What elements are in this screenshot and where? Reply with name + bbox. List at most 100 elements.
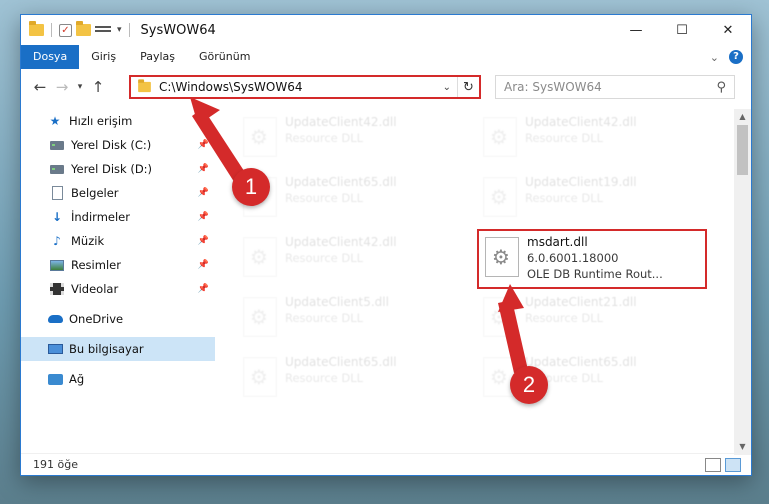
close-button[interactable]: ✕ (705, 15, 751, 45)
dll-file-icon: ⚙ (485, 237, 519, 277)
network-icon (47, 373, 63, 385)
tab-view[interactable]: Görünüm (187, 45, 262, 69)
highlighted-file-msdart[interactable]: ⚙ msdart.dll 6.0.6001.18000 OLE DB Runti… (477, 229, 707, 289)
search-placeholder: Ara: SysWOW64 (504, 80, 602, 94)
expand-ribbon-chevron-icon[interactable]: ⌄ (710, 51, 719, 64)
onedrive-icon (47, 315, 63, 323)
pin-icon: 📌 (197, 260, 209, 270)
scrollbar-thumb[interactable] (737, 125, 748, 175)
quick-access-toolbar: ✓ ▾ (29, 21, 133, 37)
sidebar-item-local-disk-d[interactable]: Yerel Disk (D:) 📌 (21, 157, 215, 181)
file-item[interactable]: ⚙ UpdateClient42.dll Resource DLL (239, 113, 469, 163)
qat-dropdown-icon[interactable]: ▾ (117, 25, 122, 35)
sidebar-item-label: Resimler (71, 258, 121, 272)
documents-icon (51, 186, 63, 200)
recent-locations-dropdown-icon[interactable]: ▾ (73, 82, 87, 92)
file-description: OLE DB Runtime Rout... (527, 267, 663, 281)
videos-icon (50, 283, 64, 295)
file-name: msdart.dll (527, 235, 588, 249)
dll-file-icon: ⚙ (243, 237, 277, 277)
sidebar-item-videos[interactable]: Videolar 📌 (21, 277, 215, 301)
sidebar-item-label: Bu bilgisayar (69, 342, 144, 356)
file-item[interactable]: ⚙ UpdateClient65.dllResource DLL (239, 173, 469, 223)
sidebar-item-label: Yerel Disk (D:) (71, 162, 153, 176)
file-item[interactable]: ⚙ UpdateClient65.dllResource DLL (239, 353, 469, 403)
file-item[interactable]: ⚙ UpdateClient42.dll Resource DLL (479, 113, 709, 163)
file-item[interactable]: ⚙ UpdateClient19.dll Resource DLL (479, 173, 709, 223)
address-dropdown-icon[interactable]: ⌄ (443, 82, 451, 93)
download-icon: ↓ (51, 210, 63, 224)
search-icon: ⚲ (716, 79, 726, 95)
dll-file-icon: ⚙ (483, 117, 517, 157)
search-input[interactable]: Ara: SysWOW64 ⚲ (495, 75, 735, 99)
sidebar-item-documents[interactable]: Belgeler 📌 (21, 181, 215, 205)
sidebar-item-onedrive[interactable]: OneDrive (21, 307, 215, 331)
sidebar-item-pictures[interactable]: Resimler 📌 (21, 253, 215, 277)
item-count: 191 öğe (33, 458, 78, 471)
navigation-pane: ★ Hızlı erişim Yerel Disk (C:) 📌 Yerel D… (21, 109, 215, 447)
dll-file-icon: ⚙ (483, 177, 517, 217)
sidebar-item-label: İndirmeler (71, 210, 130, 224)
music-icon: ♪ (53, 234, 61, 248)
window-controls: — ☐ ✕ (613, 15, 751, 45)
title-bar: ✓ ▾ SysWOW64 — ☐ ✕ (21, 15, 751, 45)
pin-icon: 📌 (197, 212, 209, 222)
vertical-scrollbar[interactable]: ▲ ▼ (734, 109, 751, 455)
pin-icon: 📌 (197, 236, 209, 246)
sidebar-item-this-pc[interactable]: Bu bilgisayar (21, 337, 215, 361)
refresh-button[interactable]: ↻ (457, 77, 479, 97)
navigation-bar: ← → ▾ ↑ C:\Windows\SysWOW64 ⌄ ↻ Ara: Sys… (21, 73, 751, 101)
drive-icon (50, 164, 64, 174)
sidebar-item-label: Ağ (69, 372, 85, 386)
tab-file[interactable]: Dosya (21, 45, 80, 69)
file-item[interactable]: ⚙ UpdateClient21.dll Resource DLL (479, 293, 709, 343)
sidebar-item-label: Yerel Disk (C:) (71, 138, 152, 152)
pin-icon: 📌 (197, 188, 209, 198)
explorer-window: ✓ ▾ SysWOW64 — ☐ ✕ Dosya Giriş Paylaş Gö… (20, 14, 752, 476)
scroll-up-arrow-icon[interactable]: ▲ (734, 109, 751, 125)
sidebar-item-quick-access[interactable]: ★ Hızlı erişim (21, 109, 215, 133)
sidebar-item-local-disk-c[interactable]: Yerel Disk (C:) 📌 (21, 133, 215, 157)
pictures-icon (50, 259, 64, 271)
file-item[interactable]: ⚙ UpdateClient5.dll Resource DLL (239, 293, 469, 343)
dll-file-icon: ⚙ (243, 117, 277, 157)
maximize-button[interactable]: ☐ (659, 15, 705, 45)
file-list: ⚙ UpdateClient42.dllResource DLL ⚙ Updat… (219, 109, 735, 447)
new-folder-icon[interactable] (76, 21, 91, 36)
step-1-callout: 1 (232, 168, 270, 206)
step-2-callout: 2 (510, 366, 548, 404)
sidebar-item-label: OneDrive (69, 312, 124, 326)
pin-icon: 📌 (197, 284, 209, 294)
properties-check-icon[interactable]: ✓ (59, 23, 72, 37)
minimize-button[interactable]: — (613, 15, 659, 45)
separator (51, 23, 52, 37)
dll-file-icon: ⚙ (243, 357, 277, 397)
folder-icon (138, 79, 151, 93)
address-path[interactable]: C:\Windows\SysWOW64 (159, 80, 303, 94)
dll-file-icon: ⚙ (243, 297, 277, 337)
properties-icon[interactable] (95, 24, 111, 37)
back-button[interactable]: ← (29, 78, 51, 96)
ribbon-tabs: Dosya Giriş Paylaş Görünüm ⌄ ? (21, 45, 751, 69)
sidebar-item-label: Belgeler (71, 186, 119, 200)
file-version: 6.0.6001.18000 (527, 251, 619, 265)
details-view-icon[interactable] (705, 457, 721, 472)
large-icons-view-icon[interactable] (725, 457, 741, 472)
help-icon[interactable]: ? (729, 50, 743, 64)
sidebar-item-network[interactable]: Ağ (21, 367, 215, 391)
pin-icon: 📌 (197, 164, 209, 174)
up-button[interactable]: ↑ (87, 78, 109, 96)
tab-home[interactable]: Giriş (79, 45, 128, 69)
forward-button[interactable]: → (51, 78, 73, 96)
sidebar-item-downloads[interactable]: ↓ İndirmeler 📌 (21, 205, 215, 229)
address-bar[interactable]: C:\Windows\SysWOW64 ⌄ ↻ (129, 75, 481, 99)
star-icon: ★ (49, 114, 61, 128)
folder-icon (29, 21, 44, 36)
tab-share[interactable]: Paylaş (128, 45, 187, 69)
sidebar-item-label: Hızlı erişim (69, 114, 133, 128)
sidebar-item-label: Videolar (71, 282, 119, 296)
drive-icon (50, 140, 64, 150)
file-item[interactable]: ⚙ UpdateClient42.dll Resource DLL (239, 233, 469, 283)
dll-file-icon: ⚙ (483, 297, 517, 337)
sidebar-item-music[interactable]: ♪ Müzik 📌 (21, 229, 215, 253)
